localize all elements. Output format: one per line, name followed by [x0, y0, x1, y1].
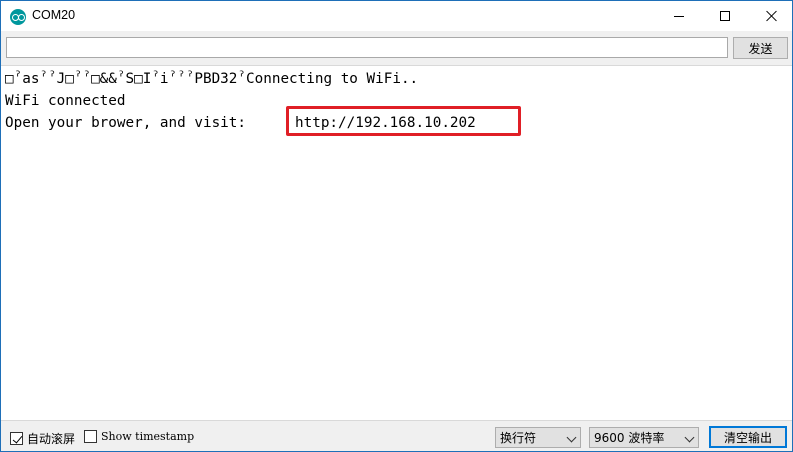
maximize-icon	[720, 11, 730, 21]
chevron-down-icon	[684, 432, 695, 443]
clear-output-button[interactable]: 清空输出	[709, 426, 787, 448]
timestamp-checkbox[interactable]	[84, 430, 97, 443]
baud-rate-value: 9600 波特率	[594, 431, 665, 445]
close-button[interactable]	[748, 1, 793, 31]
minimize-icon	[674, 15, 684, 17]
autoscroll-toggle[interactable]: 自动滚屏	[10, 430, 75, 447]
baud-rate-select[interactable]: 9600 波特率	[589, 427, 699, 448]
minimize-button[interactable]	[656, 1, 702, 31]
maximize-button[interactable]	[702, 1, 748, 31]
send-input[interactable]	[6, 37, 728, 58]
line-ending-value: 换行符	[500, 431, 537, 445]
timestamp-toggle[interactable]: Show timestamp	[84, 430, 194, 443]
arduino-icon	[10, 9, 26, 25]
line-ending-select[interactable]: 换行符	[495, 427, 581, 448]
autoscroll-checkbox[interactable]	[10, 432, 23, 445]
url-highlight-box	[286, 106, 521, 136]
bottom-bar: 自动滚屏 Show timestamp 换行符 9600 波特率 清空输出	[1, 421, 792, 451]
output-line: □ˀasˀˀJ□ˀˀ□&&ˀS□IˀiˀˀˀPBD32ˀConnecting t…	[5, 71, 419, 87]
window-title: COM20	[32, 8, 76, 22]
autoscroll-label: 自动滚屏	[27, 432, 76, 446]
close-icon	[765, 10, 777, 22]
title-bar[interactable]: COM20	[1, 1, 792, 31]
output-line: Open your brower, and visit:	[5, 115, 255, 131]
output-line: WiFi connected	[5, 93, 126, 109]
serial-output[interactable]: □ˀasˀˀJ□ˀˀ□&&ˀS□IˀiˀˀˀPBD32ˀConnecting t…	[1, 65, 792, 421]
chevron-down-icon	[566, 432, 577, 443]
send-button[interactable]: 发送	[733, 37, 788, 59]
timestamp-label: Show timestamp	[101, 430, 195, 443]
serial-monitor-window: COM20 发送 □ˀasˀˀJ□ˀˀ□&&ˀS□IˀiˀˀˀPBD32ˀCon…	[0, 0, 793, 452]
